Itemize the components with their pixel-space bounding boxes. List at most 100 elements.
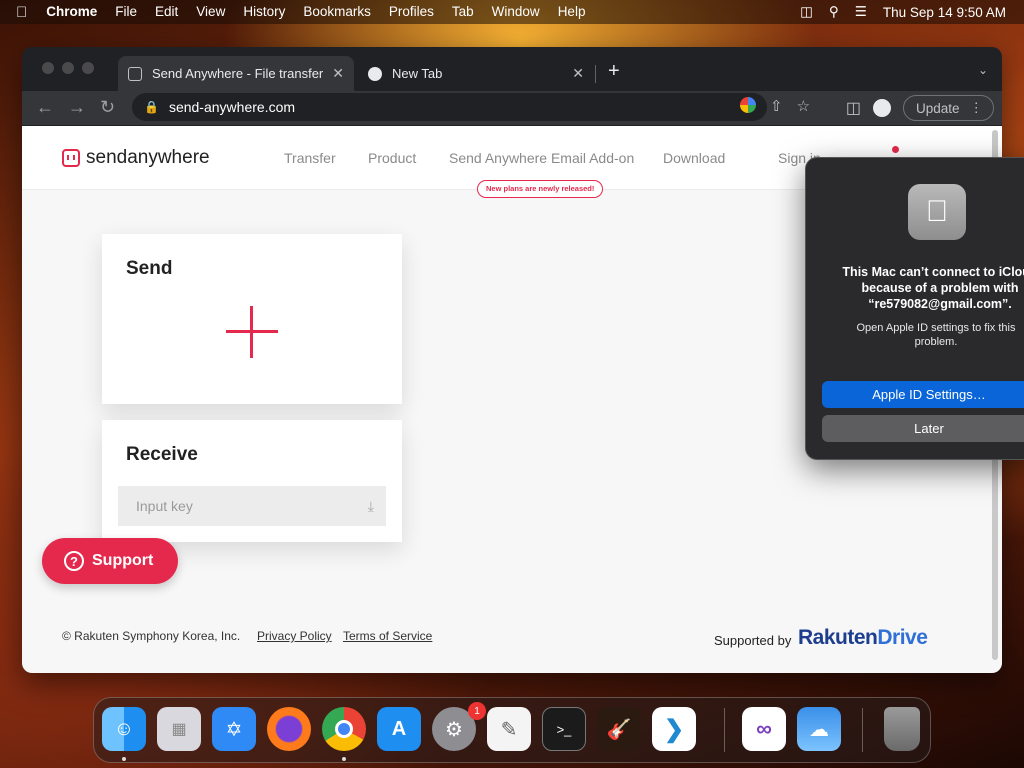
dock-separator bbox=[862, 708, 863, 752]
tab-close-icon[interactable]: ✕ bbox=[332, 65, 344, 82]
logo-text: sendanywhere bbox=[86, 147, 210, 168]
download-icon[interactable]: ⤓ bbox=[368, 498, 374, 515]
chrome-running-dot bbox=[342, 757, 346, 761]
tab-close-icon[interactable]: ✕ bbox=[572, 65, 584, 82]
menu-window[interactable]: Window bbox=[483, 0, 549, 24]
toolbar-right: ◫ Update ⋮ bbox=[846, 95, 994, 121]
firefox-icon[interactable] bbox=[267, 707, 311, 751]
nav-email-add-on[interactable]: Send Anywhere Email Add-on bbox=[449, 150, 634, 166]
side-panel-icon[interactable]: ◫ bbox=[846, 98, 861, 118]
reload-icon[interactable]: ↻ bbox=[100, 97, 115, 118]
supported-by-text: Supported by bbox=[714, 633, 792, 648]
icloud-alert-dialog:  This Mac can’t connect to iCloud becau… bbox=[805, 157, 1024, 460]
privacy-policy-link[interactable]: Privacy Policy bbox=[257, 629, 332, 643]
trash-icon[interactable] bbox=[884, 707, 920, 751]
back-arrow-icon[interactable]: ← bbox=[36, 97, 54, 118]
tab-divider bbox=[595, 65, 596, 83]
window-controls bbox=[42, 62, 94, 74]
menu-view[interactable]: View bbox=[187, 0, 234, 24]
garageband-icon[interactable]: 🎸 bbox=[597, 707, 641, 751]
omnibox-actions: ⇧ ☆ bbox=[740, 97, 810, 115]
receive-title: Receive bbox=[126, 444, 198, 465]
menu-tab[interactable]: Tab bbox=[443, 0, 483, 24]
rakuten-drive-logo[interactable]: RakutenDrive bbox=[798, 626, 928, 650]
textedit-icon[interactable]: ✎ bbox=[487, 707, 531, 751]
send-anywhere-favicon-icon bbox=[128, 66, 142, 81]
tab-title: New Tab bbox=[392, 66, 443, 81]
finder-icon[interactable]: ☺ bbox=[102, 707, 146, 751]
tab-send-anywhere[interactable]: Send Anywhere - File transfer ✕ bbox=[118, 56, 354, 91]
add-file-plus-icon[interactable] bbox=[226, 306, 278, 358]
spotlight-search-icon[interactable]: ⚲ bbox=[821, 4, 847, 20]
update-button[interactable]: Update ⋮ bbox=[902, 95, 994, 121]
question-icon: ? bbox=[64, 551, 84, 571]
send-title: Send bbox=[126, 258, 173, 279]
menu-app-name[interactable]: Chrome bbox=[37, 0, 106, 24]
menu-edit[interactable]: Edit bbox=[146, 0, 187, 24]
menu-history[interactable]: History bbox=[234, 0, 294, 24]
send-anywhere-logo-icon bbox=[62, 149, 80, 167]
lock-icon[interactable]: 🔒 bbox=[144, 100, 159, 114]
input-key-field[interactable] bbox=[118, 486, 386, 526]
chrome-icon[interactable] bbox=[322, 707, 366, 751]
vscode-icon[interactable]: ❯ bbox=[652, 707, 696, 751]
profile-avatar-icon[interactable] bbox=[872, 99, 891, 117]
terms-of-service-link[interactable]: Terms of Service bbox=[343, 629, 432, 643]
new-tab-button[interactable]: + bbox=[608, 61, 620, 81]
google-lens-icon[interactable] bbox=[740, 97, 756, 113]
chrome-favicon-icon bbox=[368, 66, 382, 81]
menu-profiles[interactable]: Profiles bbox=[380, 0, 443, 24]
receive-card: Receive ⤓ bbox=[102, 420, 402, 542]
weather-icon[interactable]: ☁ bbox=[797, 707, 841, 751]
launchpad-icon[interactable]: ▦ bbox=[157, 707, 201, 751]
minimize-window-button[interactable] bbox=[62, 62, 74, 74]
close-window-button[interactable] bbox=[42, 62, 54, 74]
browser-toolbar: ← → ↻ 🔒 send-anywhere.com ⇧ ☆ ◫ Update ⋮ bbox=[22, 91, 1002, 125]
update-label: Update bbox=[915, 100, 960, 116]
app-store-icon[interactable]: A bbox=[377, 707, 421, 751]
tab-strip: Send Anywhere - File transfer ✕ New Tab … bbox=[22, 47, 1002, 91]
later-button[interactable]: Later bbox=[822, 415, 1024, 442]
visual-studio-icon[interactable]: ∞ bbox=[742, 707, 786, 751]
menu-bar:  Chrome File Edit View History Bookmark… bbox=[0, 0, 1024, 24]
bookmark-star-icon[interactable]: ☆ bbox=[797, 97, 810, 115]
alert-body: Open Apple ID settings to fix this probl… bbox=[856, 322, 1016, 348]
nav-transfer[interactable]: Transfer bbox=[284, 150, 336, 166]
forward-arrow-icon[interactable]: → bbox=[68, 97, 86, 118]
send-card: Send bbox=[102, 234, 402, 404]
url-text[interactable]: send-anywhere.com bbox=[169, 99, 295, 115]
menu-help[interactable]: Help bbox=[549, 0, 595, 24]
tab-new-tab[interactable]: New Tab ✕ bbox=[358, 56, 594, 91]
kebab-menu-icon: ⋮ bbox=[969, 100, 984, 115]
menu-clock[interactable]: Thu Sep 14 9:50 AM bbox=[875, 5, 1024, 20]
menu-file[interactable]: File bbox=[106, 0, 146, 24]
zoom-window-button[interactable] bbox=[82, 62, 94, 74]
dock: ☺ ▦ ✡ A ⚙ 1 ✎ >_ 🎸 ❯ ∞ ☁ bbox=[93, 697, 931, 763]
dock-separator bbox=[724, 708, 725, 752]
nav-download[interactable]: Download bbox=[663, 150, 725, 166]
rakuten-text: Rakuten bbox=[798, 626, 878, 649]
apple-id-settings-button[interactable]: Apple ID Settings… bbox=[822, 381, 1024, 408]
terminal-icon[interactable]: >_ bbox=[542, 707, 586, 751]
send-anywhere-logo[interactable]: sendanywhere bbox=[62, 147, 210, 169]
support-button[interactable]: ? Support bbox=[42, 538, 178, 584]
new-plans-badge[interactable]: New plans are newly released! bbox=[477, 180, 604, 198]
menu-bookmarks[interactable]: Bookmarks bbox=[294, 0, 380, 24]
safari-icon[interactable]: ✡ bbox=[212, 707, 256, 751]
nav-product[interactable]: Product bbox=[368, 150, 416, 166]
tab-search-chevron-icon[interactable]: ⌄ bbox=[978, 63, 988, 77]
support-label: Support bbox=[92, 552, 154, 569]
apple-logo-icon:  bbox=[908, 184, 966, 240]
notification-dot bbox=[892, 146, 899, 153]
finder-running-dot bbox=[122, 757, 126, 761]
control-center-icon[interactable]: ☰ bbox=[847, 4, 875, 20]
alert-title: This Mac can’t connect to iCloud because… bbox=[842, 265, 1024, 311]
address-bar[interactable]: 🔒 send-anywhere.com bbox=[132, 93, 767, 121]
tab-title: Send Anywhere - File transfer bbox=[152, 66, 324, 81]
screen-mirroring-icon[interactable]: ◫ bbox=[792, 4, 821, 20]
drive-text: Drive bbox=[877, 626, 928, 649]
share-icon[interactable]: ⇧ bbox=[770, 97, 783, 115]
settings-notification-badge: 1 bbox=[468, 702, 486, 720]
apple-menu-icon[interactable]:  bbox=[0, 4, 37, 21]
footer-copyright: © Rakuten Symphony Korea, Inc. bbox=[62, 629, 241, 643]
